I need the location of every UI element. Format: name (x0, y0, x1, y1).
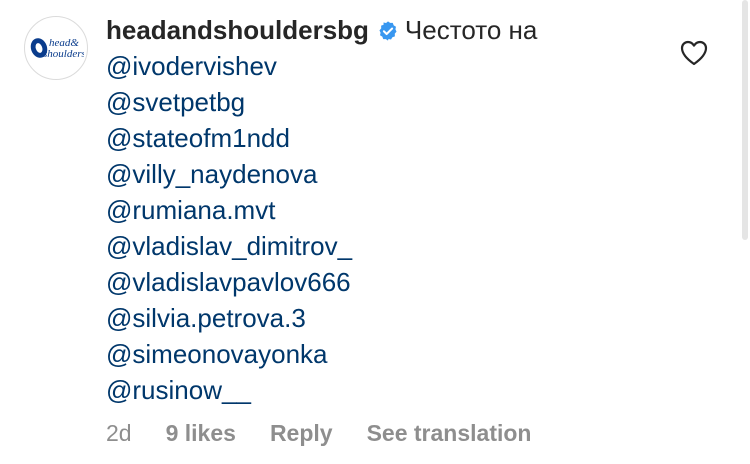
scrollbar[interactable] (742, 0, 748, 240)
comment-body: headandshoulders­bg Честото на @ivodervis… (106, 12, 666, 408)
comment: head& shoulders headandshoulders­bg Често… (0, 0, 750, 464)
comment-text: Честото на (404, 15, 538, 45)
likes-count-button[interactable]: 9 likes (166, 420, 236, 447)
heart-outline-icon[interactable] (680, 40, 708, 66)
mention-link[interactable]: @svetpetbg (106, 84, 666, 120)
verified-badge-icon (377, 15, 399, 41)
comment-timestamp: 2d (106, 420, 132, 446)
see-translation-button[interactable]: See translation (367, 420, 532, 447)
comment-username[interactable]: headandshoulders­bg (106, 15, 369, 45)
mention-link[interactable]: @rumiana.mvt (106, 192, 666, 228)
head-and-shoulders-logo: head& shoulders (30, 37, 84, 60)
mention-link[interactable]: @ivodervishev (106, 48, 666, 84)
mention-link[interactable]: @silvia.petrova.3 (106, 300, 666, 336)
mention-link[interactable]: @villy_naydenova (106, 156, 666, 192)
mention-link[interactable]: @vladislav_dimitrov_ (106, 228, 666, 264)
mention-link[interactable]: @stateofm1ndd (106, 120, 666, 156)
avatar[interactable]: head& shoulders (24, 16, 88, 80)
comment-header-line: headandshoulders­bg Честото на (106, 12, 666, 48)
mention-link[interactable]: @simeonovayonka (106, 336, 666, 372)
comment-meta: 2d 9 likes Reply See translation (106, 420, 531, 447)
svg-text:shoulders: shoulders (43, 48, 84, 60)
mention-link[interactable]: @rusinow__ (106, 372, 666, 408)
mention-link[interactable]: @vladislavpavlov666 (106, 264, 666, 300)
reply-button[interactable]: Reply (270, 420, 333, 447)
